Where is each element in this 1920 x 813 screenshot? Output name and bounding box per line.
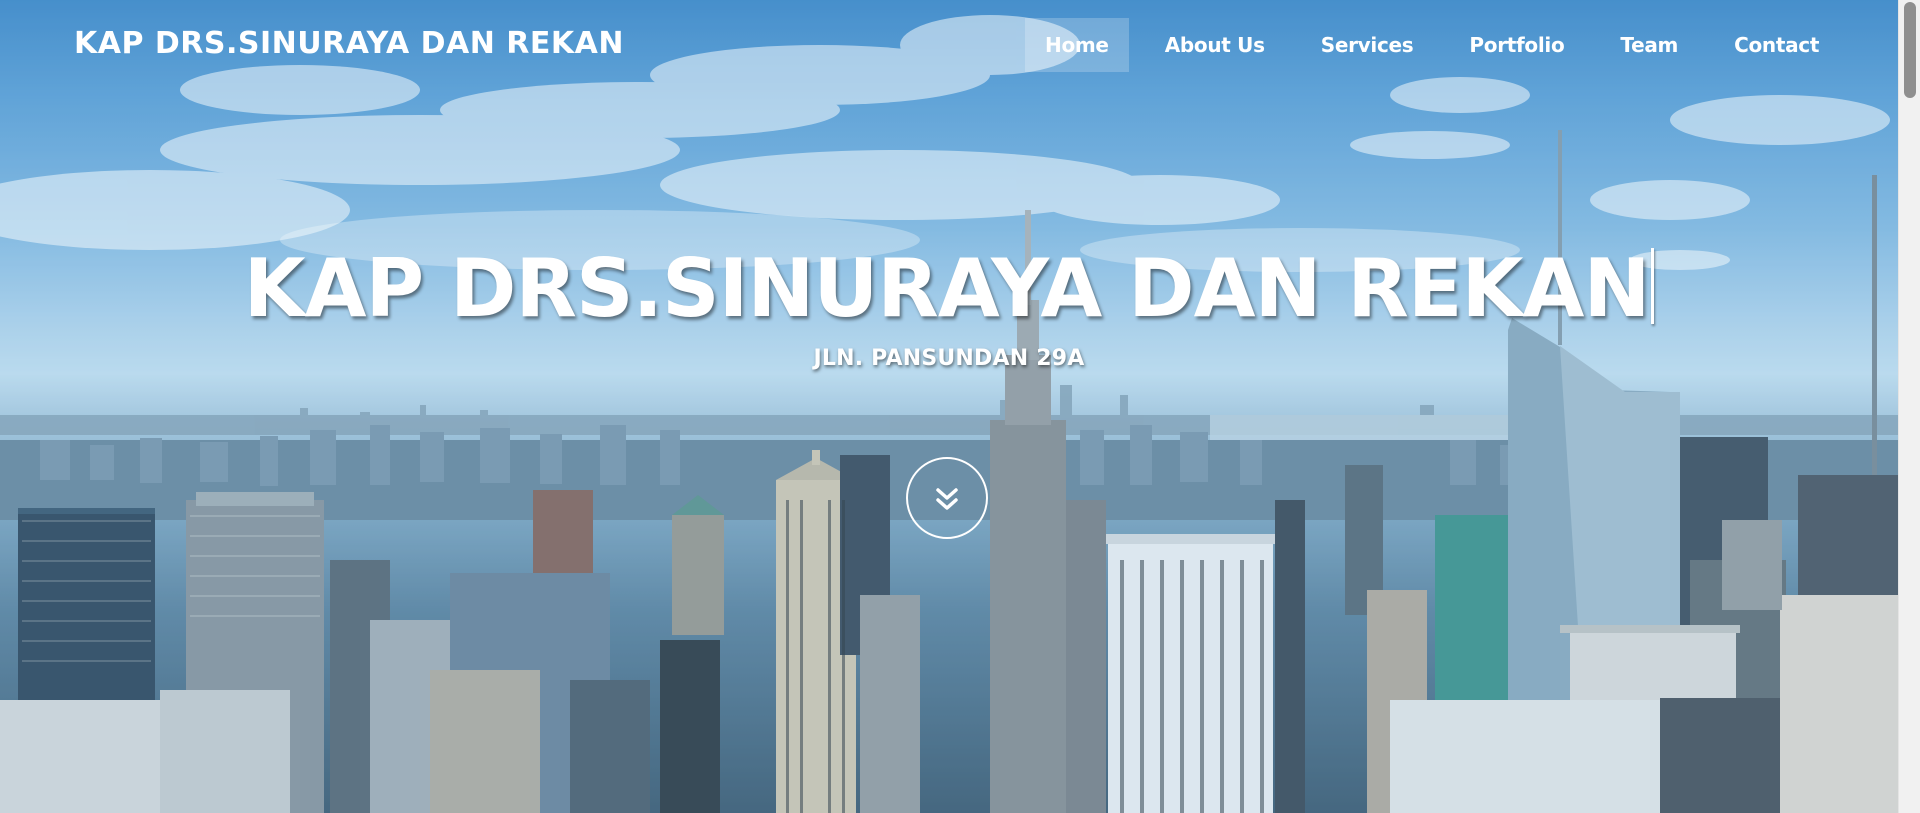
hero-title-text: KAP DRS.SINURAYA DAN REKAN [243, 242, 1651, 335]
nav-menu: Home About Us Services Portfolio Team Co… [1025, 18, 1839, 72]
nav-item-services: Services [1285, 18, 1434, 72]
hero-overlay [0, 0, 1898, 813]
scroll-down-button[interactable] [906, 457, 988, 539]
page-scrollbar[interactable] [1898, 0, 1920, 813]
brand-logo-link[interactable]: KAP DRS.SINURAYA DAN REKAN [74, 26, 624, 61]
scrollbar-thumb[interactable] [1904, 2, 1916, 98]
nav-link-about-us[interactable]: About Us [1145, 18, 1285, 72]
nav-item-about: About Us [1129, 18, 1285, 72]
browser-viewport: KAP DRS.SINURAYA DAN REKAN Home About Us… [0, 0, 1920, 813]
top-navbar: KAP DRS.SINURAYA DAN REKAN Home About Us… [0, 0, 1898, 90]
hero-subtitle: JLN. PANSUNDAN 29A [813, 346, 1085, 371]
nav-item-home: Home [1025, 18, 1129, 72]
nav-link-portfolio[interactable]: Portfolio [1449, 18, 1584, 72]
nav-link-team[interactable]: Team [1600, 18, 1698, 72]
nav-link-contact[interactable]: Contact [1714, 18, 1839, 72]
nav-item-team: Team [1584, 18, 1698, 72]
nav-item-contact: Contact [1698, 18, 1839, 72]
hero-title: KAP DRS.SINURAYA DAN REKAN [0, 242, 1898, 335]
nav-link-home[interactable]: Home [1025, 18, 1129, 72]
nav-link-services[interactable]: Services [1301, 18, 1434, 72]
nav-item-portfolio: Portfolio [1433, 18, 1584, 72]
double-chevron-down-icon [936, 488, 958, 510]
typing-cursor [1651, 248, 1655, 324]
